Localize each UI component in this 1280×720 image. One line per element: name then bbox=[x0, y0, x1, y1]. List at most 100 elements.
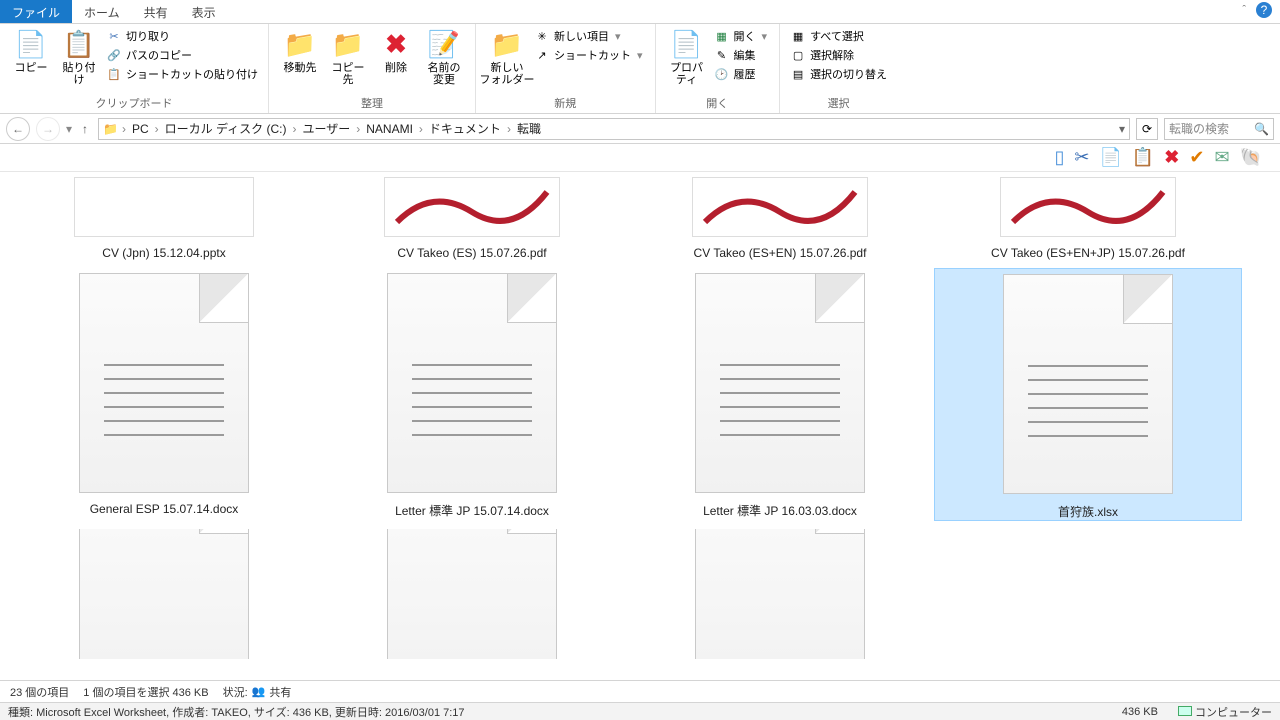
group-organize: 📁移動先 📁コピー先 ✖削除 📝名前の 変更 整理 bbox=[269, 24, 476, 113]
file-item[interactable]: Letter 標準 JP 15.07.14.docx bbox=[318, 268, 626, 521]
preview-pane-icon[interactable]: ▯ bbox=[1054, 147, 1064, 168]
select-all-icon: ▦ bbox=[790, 30, 806, 43]
file-details: 種類: Microsoft Excel Worksheet, 作成者: TAKE… bbox=[8, 704, 465, 720]
back-button[interactable]: ← bbox=[6, 117, 30, 141]
file-item[interactable] bbox=[318, 529, 626, 659]
crumb-disk[interactable]: ローカル ディスク (C:) bbox=[163, 120, 289, 137]
invert-icon: ▤ bbox=[790, 68, 806, 81]
new-item-button[interactable]: ✳新しい項目▾ bbox=[534, 28, 645, 44]
file-name: CV (Jpn) 15.12.04.pptx bbox=[102, 246, 225, 260]
address-bar[interactable]: 📁 › PC› ローカル ディスク (C:)› ユーザー› NANAMI› ドキ… bbox=[98, 118, 1130, 140]
crumb-user[interactable]: NANAMI bbox=[364, 122, 415, 136]
secondary-toolbar: ▯ ✂ 📄 📋 ✖ ✔ ✉ 🐚 bbox=[0, 144, 1280, 172]
up-button[interactable]: ↑ bbox=[78, 122, 92, 136]
edit-button[interactable]: ✎編集 bbox=[714, 47, 770, 63]
folder-icon: 📁 bbox=[103, 122, 118, 136]
ribbon: 📄 コピー 📋 貼り付け ✂切り取り 🔗パスのコピー 📋ショートカットの貼り付け… bbox=[0, 24, 1280, 114]
pdf-thumbnail bbox=[692, 177, 868, 237]
doc-thumbnail bbox=[695, 529, 865, 659]
file-item[interactable]: General ESP 15.07.14.docx bbox=[10, 268, 318, 521]
crumb-pc[interactable]: PC bbox=[130, 122, 151, 136]
doc-thumbnail bbox=[387, 529, 557, 659]
forward-button[interactable]: → bbox=[36, 117, 60, 141]
copy-path-button[interactable]: 🔗パスのコピー bbox=[106, 47, 258, 63]
check-icon[interactable]: ✔ bbox=[1189, 147, 1204, 168]
copy-to-button[interactable]: 📁コピー先 bbox=[327, 28, 369, 86]
file-name: General ESP 15.07.14.docx bbox=[90, 502, 239, 516]
file-item[interactable]: CV Takeo (ES) 15.07.26.pdf bbox=[318, 172, 626, 260]
file-item[interactable]: CV (Jpn) 15.12.04.pptx bbox=[10, 172, 318, 260]
selection-info: 1 個の項目を選択 436 KB bbox=[83, 684, 208, 700]
group-label-organize: 整理 bbox=[279, 93, 465, 111]
delete-icon-tb[interactable]: ✖ bbox=[1164, 147, 1179, 168]
new-item-icon: ✳ bbox=[534, 30, 550, 43]
crumb-users[interactable]: ユーザー bbox=[300, 120, 352, 137]
history-icon: 🕑 bbox=[714, 68, 730, 81]
paste-button[interactable]: 📋 貼り付け bbox=[58, 28, 100, 86]
rename-icon: 📝 bbox=[428, 28, 460, 60]
minimize-ribbon-icon[interactable]: ˆ bbox=[1242, 4, 1246, 16]
tab-view[interactable]: 表示 bbox=[180, 0, 228, 23]
shell-icon[interactable]: 🐚 bbox=[1240, 147, 1262, 168]
delete-icon: ✖ bbox=[380, 28, 412, 60]
details-bar: 種類: Microsoft Excel Worksheet, 作成者: TAKE… bbox=[0, 702, 1280, 720]
select-none-button[interactable]: ▢選択解除 bbox=[790, 47, 887, 63]
tab-share[interactable]: 共有 bbox=[132, 0, 180, 23]
navigation-bar: ← → ▾ ↑ 📁 › PC› ローカル ディスク (C:)› ユーザー› NA… bbox=[0, 114, 1280, 144]
paste-icon-tb[interactable]: 📋 bbox=[1132, 147, 1154, 168]
search-placeholder: 転職の検索 bbox=[1169, 120, 1229, 137]
group-label-clipboard: クリップボード bbox=[10, 93, 258, 111]
item-count: 23 個の項目 bbox=[10, 684, 69, 700]
path-icon: 🔗 bbox=[106, 49, 122, 62]
copy-icon: 📄 bbox=[15, 28, 47, 60]
edit-icon: ✎ bbox=[714, 49, 730, 62]
mail-icon[interactable]: ✉ bbox=[1214, 147, 1229, 168]
file-item[interactable]: CV Takeo (ES+EN+JP) 15.07.26.pdf bbox=[934, 172, 1242, 260]
address-dropdown[interactable]: ▾ bbox=[1119, 122, 1125, 136]
file-item-selected[interactable]: 首狩族.xlsx bbox=[934, 268, 1242, 521]
folder-move-icon: 📁 bbox=[284, 28, 316, 60]
new-shortcut-button[interactable]: ↗ショートカット▾ bbox=[534, 47, 645, 63]
cut-button[interactable]: ✂切り取り bbox=[106, 28, 258, 44]
copy-icon-tb[interactable]: 📄 bbox=[1099, 147, 1121, 168]
invert-selection-button[interactable]: ▤選択の切り替え bbox=[790, 66, 887, 82]
group-select: ▦すべて選択 ▢選択解除 ▤選択の切り替え 選択 bbox=[780, 24, 897, 113]
crumb-folder[interactable]: 転職 bbox=[515, 120, 543, 137]
rename-button[interactable]: 📝名前の 変更 bbox=[423, 28, 465, 86]
file-name: 首狩族.xlsx bbox=[1058, 503, 1118, 520]
file-item[interactable] bbox=[626, 529, 934, 659]
history-button[interactable]: 🕑履歴 bbox=[714, 66, 770, 82]
select-none-icon: ▢ bbox=[790, 49, 806, 62]
folder-copy-icon: 📁 bbox=[332, 28, 364, 60]
paste-shortcut-button[interactable]: 📋ショートカットの貼り付け bbox=[106, 66, 258, 82]
file-item[interactable]: Letter 標準 JP 16.03.03.docx bbox=[626, 268, 934, 521]
tab-file[interactable]: ファイル bbox=[0, 0, 72, 23]
doc-thumbnail bbox=[387, 273, 557, 493]
properties-button[interactable]: 📄プロパティ bbox=[666, 28, 708, 86]
file-grid: CV (Jpn) 15.12.04.pptx CV Takeo (ES) 15.… bbox=[0, 172, 1280, 672]
file-item[interactable] bbox=[10, 529, 318, 659]
cut-icon[interactable]: ✂ bbox=[1074, 147, 1089, 168]
select-all-button[interactable]: ▦すべて選択 bbox=[790, 28, 887, 44]
help-icon[interactable]: ? bbox=[1256, 2, 1272, 18]
recent-dropdown[interactable]: ▾ bbox=[66, 122, 72, 136]
open-button[interactable]: ▦開く▾ bbox=[714, 28, 770, 44]
shared-status: 状況: 👥 共有 bbox=[223, 684, 292, 700]
tab-home[interactable]: ホーム bbox=[72, 0, 132, 23]
delete-button[interactable]: ✖削除 bbox=[375, 28, 417, 74]
group-label-open: 開く bbox=[666, 93, 770, 111]
new-folder-button[interactable]: 📁新しい フォルダー bbox=[486, 28, 528, 86]
file-name: Letter 標準 JP 15.07.14.docx bbox=[395, 502, 549, 519]
file-item[interactable]: CV Takeo (ES+EN) 15.07.26.pdf bbox=[626, 172, 934, 260]
refresh-button[interactable]: ⟳ bbox=[1136, 118, 1158, 140]
file-name: CV Takeo (ES+EN) 15.07.26.pdf bbox=[694, 246, 867, 260]
copy-button[interactable]: 📄 コピー bbox=[10, 28, 52, 74]
shortcut-icon: 📋 bbox=[106, 68, 122, 81]
move-to-button[interactable]: 📁移動先 bbox=[279, 28, 321, 74]
scissors-icon: ✂ bbox=[106, 30, 122, 43]
pdf-thumbnail bbox=[384, 177, 560, 237]
doc-thumbnail bbox=[695, 273, 865, 493]
shortcut-new-icon: ↗ bbox=[534, 49, 550, 62]
search-input[interactable]: 転職の検索 🔍 bbox=[1164, 118, 1274, 140]
crumb-documents[interactable]: ドキュメント bbox=[427, 120, 503, 137]
